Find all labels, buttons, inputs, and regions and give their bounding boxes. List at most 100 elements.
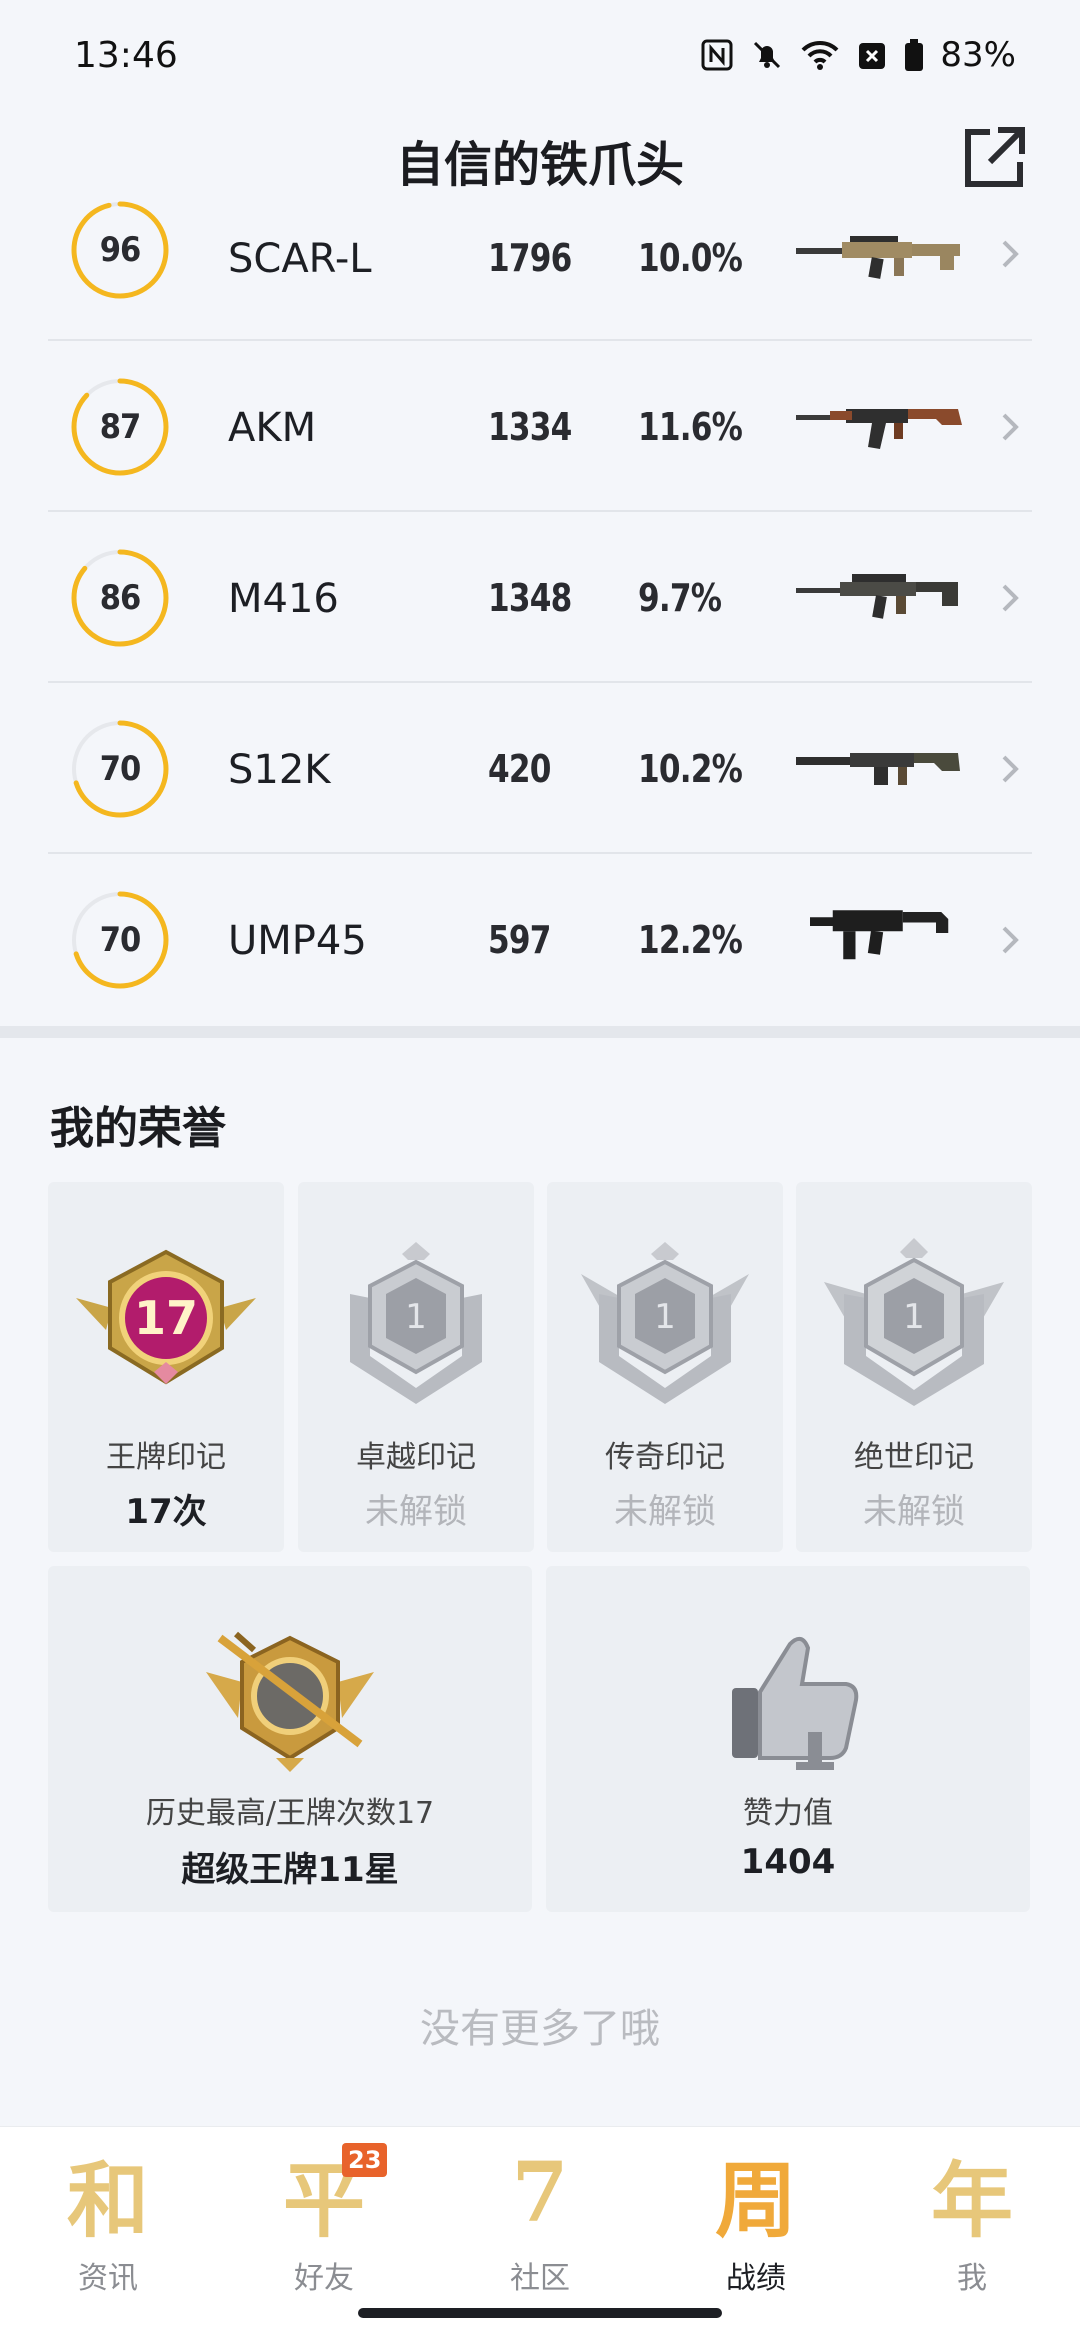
score-value: 87: [99, 407, 142, 447]
status-icons: 83%: [700, 35, 1016, 75]
highest-rank-value: 超级王牌11星: [181, 1850, 399, 1890]
honor-card-legend[interactable]: 1 传奇印记 未解锁: [547, 1182, 783, 1552]
tab-me[interactable]: 年 我: [892, 2143, 1052, 2297]
share-button[interactable]: [958, 122, 1030, 194]
nfc-icon: [701, 39, 733, 71]
wifi-icon: [802, 40, 839, 70]
likes-label: 赞力值: [743, 1796, 833, 1831]
weapon-percent: 11.6%: [638, 405, 743, 449]
badge-label: 传奇印记: [605, 1440, 725, 1475]
badge-number: 1: [903, 1297, 925, 1337]
rank-emblem-icon: [206, 1631, 374, 1772]
highest-rank-card[interactable]: 历史最高/王牌次数17 超级王牌11星: [48, 1566, 532, 1912]
community-tab-icon: 7: [511, 2145, 569, 2241]
honors-title: 我的荣誉: [50, 1103, 226, 1154]
weapon-count: 1334: [488, 405, 572, 449]
locked-badge-icon: 1: [824, 1238, 1004, 1406]
weapon-list: 96 SCAR-L 1796 10.0% 87 AKM 1334 11.6% 8…: [48, 201, 1032, 1025]
weapon-name: S12K: [228, 747, 331, 793]
tab-community[interactable]: 7 社区: [460, 2143, 620, 2296]
weapon-name: UMP45: [228, 918, 367, 964]
chevron-right-icon: [1002, 755, 1019, 783]
battery-percent: 83%: [940, 35, 1016, 75]
chevron-right-icon: [1002, 584, 1019, 612]
records-tab-icon: 周: [714, 2152, 797, 2249]
weapon-name: M416: [228, 576, 339, 622]
likes-value: 1404: [740, 1842, 836, 1882]
me-tab-icon: 年: [930, 2152, 1013, 2249]
likes-card[interactable]: 赞力值 1404: [546, 1566, 1030, 1912]
section-divider: [0, 1026, 1080, 1038]
chevron-right-icon: [1002, 926, 1019, 954]
badge-number: 17: [134, 1291, 198, 1345]
badge-label: 卓越印记: [356, 1440, 476, 1475]
badge-label: 绝世印记: [854, 1440, 974, 1475]
status-bar: 13:46 83%: [0, 0, 1080, 110]
tab-news[interactable]: 和 资讯: [28, 2143, 188, 2297]
thumbs-up-icon: [732, 1636, 859, 1770]
badge-number: 1: [405, 1297, 427, 1337]
tab-label: 资讯: [78, 2261, 138, 2296]
score-value: 70: [99, 749, 142, 789]
honor-card-excellence[interactable]: 1 卓越印记 未解锁: [298, 1182, 534, 1552]
weapon-name: SCAR-L: [228, 236, 372, 282]
tab-label: 社区: [510, 2261, 570, 2296]
score-ring: 86: [70, 548, 170, 648]
page: 13:46 83% 自信的铁爪头 96 SCAR-L 1796 10.0% 87…: [0, 0, 1080, 2340]
shotgun-s12k-icon: [796, 753, 960, 785]
notification-badge: 23: [342, 2143, 388, 2177]
badge-value: 未解锁: [365, 1492, 467, 1532]
smg-ump45-icon: [810, 910, 949, 960]
tab-label: 好友: [294, 2261, 354, 2296]
score-ring: 87: [70, 377, 170, 477]
score-ring: 70: [70, 890, 170, 990]
locked-badge-icon: 1: [581, 1242, 749, 1404]
badge-value: 未解锁: [614, 1492, 716, 1532]
status-time: 13:46: [74, 34, 178, 76]
weapon-name: AKM: [228, 405, 317, 451]
locked-badge-icon: 1: [350, 1242, 482, 1404]
tab-records[interactable]: 周 战绩: [676, 2143, 836, 2297]
chevron-right-icon: [1002, 413, 1019, 441]
honor-card-peerless[interactable]: 1 绝世印记 未解锁: [796, 1182, 1032, 1552]
weapon-row[interactable]: 86 M416 1348 9.7%: [48, 512, 1032, 683]
badge-value: 17次: [125, 1492, 207, 1532]
score-ring: 96: [70, 200, 170, 300]
score-value: 86: [99, 578, 142, 618]
weapon-count: 420: [488, 747, 551, 791]
chevron-right-icon: [1002, 240, 1019, 268]
score-ring: 70: [70, 719, 170, 819]
honor-card-ace[interactable]: 17 王牌印记 17次: [48, 1182, 284, 1552]
weapon-count: 597: [488, 918, 551, 962]
tab-label: 我: [957, 2261, 987, 2296]
weapon-percent: 10.2%: [638, 747, 743, 791]
badge-label: 王牌印记: [106, 1440, 226, 1475]
news-tab-icon: 和: [66, 2152, 149, 2249]
home-indicator[interactable]: [358, 2308, 722, 2318]
external-link-icon: [965, 127, 1025, 187]
weapon-row[interactable]: 87 AKM 1334 11.6%: [48, 341, 1032, 512]
badge-value: 未解锁: [863, 1492, 965, 1532]
header: 自信的铁爪头: [0, 110, 1080, 210]
weapon-row[interactable]: 70 S12K 420 10.2%: [48, 683, 1032, 854]
weapon-percent: 9.7%: [638, 576, 722, 620]
weapon-percent: 10.0%: [638, 236, 743, 280]
highest-rank-label: 历史最高/王牌次数17: [145, 1796, 435, 1831]
weapon-count: 1796: [488, 236, 572, 280]
end-of-list-text: 没有更多了哦: [420, 2006, 660, 2052]
weapon-count: 1348: [488, 576, 572, 620]
badge-number: 1: [654, 1297, 676, 1337]
tab-label: 战绩: [726, 2261, 786, 2296]
weapon-row[interactable]: 70 UMP45 597 12.2%: [48, 854, 1032, 1025]
rifle-akm-icon: [796, 409, 962, 449]
page-title: 自信的铁爪头: [395, 137, 684, 193]
score-value: 70: [99, 920, 142, 960]
sim-off-icon: [859, 43, 886, 69]
tab-friends[interactable]: 平 23 好友: [244, 2143, 404, 2296]
rifle-scar-icon: [796, 236, 960, 279]
weapon-percent: 12.2%: [638, 918, 743, 962]
score-value: 96: [99, 230, 142, 270]
bell-muted-icon: [754, 41, 781, 69]
rifle-m416-icon: [796, 574, 958, 619]
weapon-row[interactable]: 96 SCAR-L 1796 10.0%: [48, 201, 1032, 341]
